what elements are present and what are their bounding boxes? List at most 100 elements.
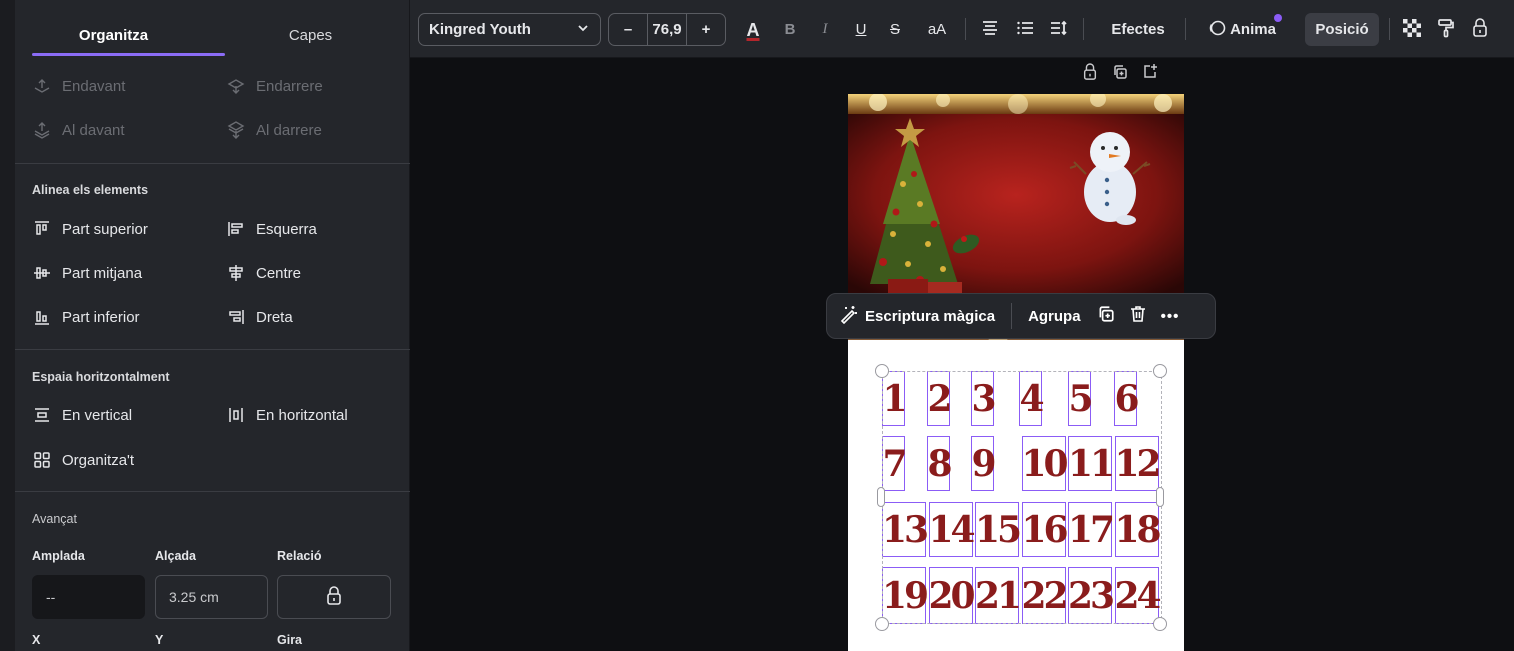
lock-page-icon[interactable] — [1082, 63, 1098, 86]
duplicate-page-icon[interactable] — [1112, 64, 1128, 85]
divider — [15, 163, 410, 164]
strikethrough-button[interactable]: S — [885, 13, 905, 46]
increase-size-button[interactable]: + — [687, 21, 725, 38]
magic-wand-icon — [839, 304, 859, 328]
space-vertical-icon — [31, 406, 53, 424]
height-input[interactable]: 3.25 cm — [155, 575, 268, 619]
selection-box — [882, 371, 1162, 624]
lock-icon — [1471, 17, 1489, 42]
transparency-icon — [1403, 18, 1421, 41]
transparency-button[interactable] — [1400, 13, 1424, 46]
toolbar-separator — [1011, 303, 1013, 329]
resize-handle-right[interactable] — [1156, 487, 1164, 507]
align-left-button[interactable]: Esquerra — [225, 220, 317, 238]
letter-case-button[interactable]: aA — [922, 13, 952, 46]
align-center-button[interactable]: Centre — [225, 264, 301, 282]
align-center-icon — [981, 20, 999, 40]
text-color-icon: A — [746, 19, 760, 40]
toolbar-separator — [1389, 18, 1390, 40]
divider — [15, 349, 410, 350]
advanced-section-title: Avançat — [32, 512, 77, 526]
align-top-icon — [31, 220, 53, 238]
position-button[interactable]: Posició — [1305, 13, 1379, 46]
align-bottom-icon — [31, 308, 53, 326]
delete-button[interactable] — [1129, 305, 1147, 327]
align-left-icon — [225, 220, 247, 238]
text-align-button[interactable] — [978, 13, 1002, 46]
tab-capes[interactable]: Capes — [212, 0, 409, 58]
bold-button[interactable]: B — [780, 13, 800, 46]
y-label: Y — [155, 633, 164, 647]
group-button[interactable]: Agrupa — [1028, 308, 1081, 325]
list-button[interactable] — [1013, 13, 1037, 46]
font-size-stepper: – 76,9 + — [608, 13, 726, 46]
resize-handle-bottom-left[interactable] — [875, 617, 889, 631]
space-horizontal-icon — [225, 406, 247, 424]
animate-icon — [1208, 19, 1226, 41]
to-front-button[interactable]: Al davant — [31, 121, 125, 139]
resize-handle-top-left[interactable] — [875, 364, 889, 378]
underline-button[interactable]: U — [851, 13, 871, 46]
lock-button[interactable] — [1468, 13, 1492, 46]
text-color-button[interactable]: A — [740, 13, 766, 46]
chevron-down-icon — [576, 21, 590, 39]
width-label: Amplada — [32, 549, 85, 563]
space-vertical-button[interactable]: En vertical — [31, 406, 132, 424]
space-horizontal-button[interactable]: En horitzontal — [225, 406, 348, 424]
resize-handle-top-right[interactable] — [1153, 364, 1167, 378]
magic-write-button[interactable]: Escriptura màgica — [839, 304, 995, 328]
text-toolbar: Kingred Youth – 76,9 + A B I U S aA Efec… — [410, 0, 1514, 58]
spacing-button[interactable] — [1047, 13, 1071, 46]
to-back-button[interactable]: Al darrere — [225, 121, 322, 139]
x-label: X — [32, 633, 41, 647]
copy-style-button[interactable] — [1434, 13, 1458, 46]
ratio-label: Relació — [277, 549, 322, 563]
duplicate-button[interactable] — [1097, 305, 1115, 327]
animate-button[interactable]: Anima — [1198, 13, 1286, 46]
align-right-icon — [225, 308, 247, 326]
duplicate-icon — [1097, 306, 1115, 327]
width-input[interactable]: -- — [32, 575, 145, 619]
font-selector[interactable]: Kingred Youth — [418, 13, 601, 46]
left-gutter — [0, 0, 15, 651]
grid-icon — [31, 451, 53, 469]
italic-button[interactable]: I — [815, 13, 835, 46]
align-section-title: Alinea els elements — [32, 183, 149, 197]
align-middle-button[interactable]: Part mitjana — [31, 264, 142, 282]
to-back-icon — [225, 121, 247, 139]
align-middle-icon — [31, 264, 53, 282]
more-options-button[interactable]: ••• — [1161, 308, 1180, 325]
lock-icon — [325, 585, 343, 609]
design-canvas[interactable]: 1 2 3 4 5 6 7 8 9 10 11 12 13 14 15 16 17 18 19 20 21 22 23 24 … — [410, 58, 1514, 651]
active-tab-indicator — [32, 53, 225, 56]
to-front-icon — [31, 121, 53, 139]
forward-button[interactable]: Endavant — [31, 77, 125, 95]
toolbar-separator — [1185, 18, 1186, 40]
align-right-button[interactable]: Dreta — [225, 308, 293, 326]
align-center-icon — [225, 264, 247, 282]
font-size-input[interactable]: 76,9 — [647, 13, 687, 46]
forward-icon — [31, 77, 53, 95]
line-spacing-icon — [1050, 20, 1068, 40]
effects-button[interactable]: Efectes — [1102, 13, 1174, 46]
add-page-icon[interactable] — [1142, 63, 1158, 84]
spacing-section-title: Espaia horitzontalment — [32, 370, 170, 384]
height-label: Alçada — [155, 549, 196, 563]
align-top-button[interactable]: Part superior — [31, 220, 148, 238]
bullet-list-icon — [1016, 20, 1034, 40]
resize-handle-left[interactable] — [877, 487, 885, 507]
tidy-up-button[interactable]: Organitza't — [31, 451, 134, 469]
more-icon: ••• — [1160, 307, 1180, 325]
decrease-size-button[interactable]: – — [609, 21, 647, 38]
notification-dot — [1274, 14, 1282, 22]
backward-icon — [225, 77, 247, 95]
context-toolbar: Escriptura màgica Agrupa ••• — [826, 293, 1216, 339]
align-bottom-button[interactable]: Part inferior — [31, 308, 140, 326]
backward-button[interactable]: Endarrere — [225, 77, 323, 95]
resize-handle-bottom-right[interactable] — [1153, 617, 1167, 631]
ratio-lock-button[interactable] — [277, 575, 391, 619]
trash-icon — [1129, 306, 1147, 327]
rotate-label: Gira — [277, 633, 303, 647]
tab-organitza[interactable]: Organitza — [15, 0, 212, 58]
paint-roller-icon — [1437, 18, 1455, 42]
